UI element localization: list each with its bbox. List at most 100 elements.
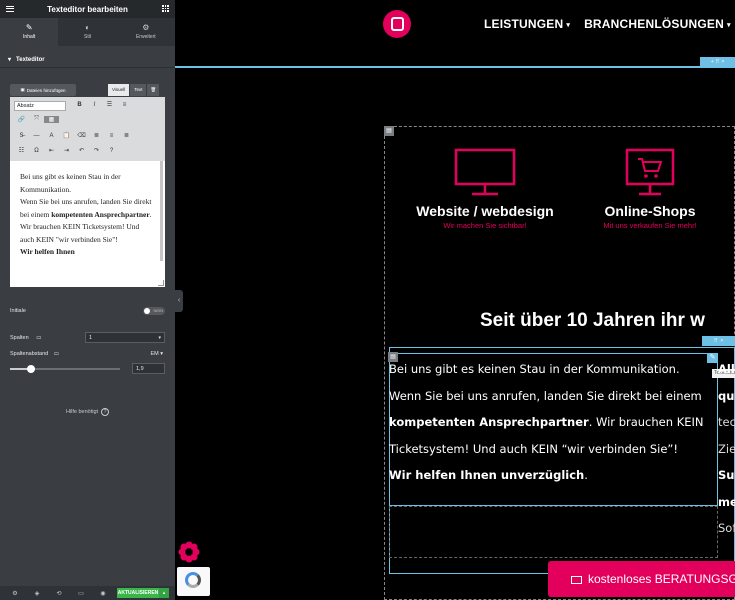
add-media-button[interactable]: ▣ Dateien hinzufügen [10,84,76,96]
recaptcha-badge[interactable] [177,567,210,596]
settings-icon[interactable]: ⚙ [4,590,26,597]
right-column-text: All qu tec Zie Su me Sof [718,356,735,542]
italic-icon[interactable]: I [87,102,102,108]
text-fragment: Sof [718,521,735,535]
feature-subtitle: Wir machen Sie sichtbar! [443,221,527,230]
redo-icon[interactable]: ↷ [89,147,104,154]
tab-erweitert[interactable]: ⚙ Erweitert [117,18,175,46]
outdent-icon[interactable]: ⇤ [44,147,59,154]
unlink-icon[interactable]: ⤧ [29,116,44,123]
paste-text-icon[interactable]: 📋 [59,132,74,139]
align-right-icon[interactable]: ≣ [119,132,134,139]
section-toggle-texteditor[interactable]: ▾ Texteditor [0,52,175,68]
caret-down-icon: ▾ [8,57,12,63]
gear-icon: ⚙ [142,23,150,32]
help-label: Hilfe benötigt [65,409,99,415]
editor-paragraph: Wenn Sie bei uns anrufen, landen Sie dir… [20,196,155,246]
update-button[interactable]: AKTUALISIEREN [117,588,159,598]
editor-paragraph: Wir helfen Ihnen [20,246,155,259]
add-icon[interactable]: + [711,59,714,65]
drag-icon[interactable]: ⠿ [716,59,720,65]
column-edit-icon[interactable]: ▤ [384,126,394,136]
layers-icon[interactable]: ◈ [26,590,48,597]
hamburger-menu-icon[interactable] [6,4,14,12]
tab-stil[interactable]: ◐ Stil [58,18,116,46]
close-icon[interactable]: × [721,59,724,65]
numbered-list-icon[interactable]: ≡ [117,102,132,108]
tab-text[interactable]: Text [130,84,147,96]
editor-scrollbar[interactable] [160,161,163,261]
drag-icon[interactable]: ⠿ [714,338,718,344]
format-select-value: Absatz [17,103,34,109]
question-icon: ? [101,408,110,416]
responsive-icon[interactable]: ▭ [70,590,92,597]
feature-title: Online-Shops [604,203,696,219]
link-icon[interactable]: 🔗 [14,116,29,123]
editor-sidebar: Texteditor bearbeiten ✎ Inhalt ◐ Stil ⚙ … [0,0,175,600]
help-link[interactable]: Hilfe benötigt? [0,408,175,416]
align-center-icon[interactable]: ≡ [104,133,119,139]
editor-bold-text: Wir helfen Ihnen [20,247,75,256]
text-color-icon[interactable]: A [44,133,59,139]
panel-title: Texteditor bearbeiten [47,4,128,14]
shopping-cart-monitor-icon [625,148,675,196]
spaltenabstand-input[interactable]: 1,9 [132,363,165,374]
text-editor-area[interactable]: Bei uns gibt es keinen Stau in der Kommu… [10,161,165,287]
strikethrough-icon[interactable]: S̶ [14,133,29,139]
spalten-field: Spalten ▭ 1 ▾ [10,332,165,343]
align-justify-icon[interactable]: ☷ [14,147,29,154]
horizontal-line-icon[interactable]: — [29,133,44,139]
preview-eye-icon[interactable]: ◉ [92,590,114,597]
close-icon[interactable]: × [720,338,723,344]
inner-section-handle[interactable]: ⠿ × [702,336,735,346]
text: . Wir brauchen KEIN [588,415,704,429]
initiale-toggle[interactable]: NEIN [143,307,165,315]
special-char-icon[interactable]: Ω [29,148,44,154]
spaltenabstand-slider[interactable] [10,365,120,373]
history-icon[interactable]: ⟲ [48,590,70,597]
add-media-label: Dateien hinzufügen [26,87,66,93]
tab-inhalt[interactable]: ✎ Inhalt [0,18,59,46]
help-icon[interactable]: ? [104,148,119,154]
editor-paragraph: Bei uns gibt es keinen Stau in der Kommu… [20,172,121,194]
site-logo[interactable] [383,10,411,38]
slider-knob[interactable] [26,365,35,373]
unit-select[interactable]: EM ▾ [150,351,163,357]
chevron-down-icon: ▾ [158,335,161,341]
bold-text: Wir helfen Ihnen unverzüglich [389,468,585,482]
flower-badge-icon[interactable] [178,541,200,563]
widgets-grid-icon[interactable] [162,5,169,12]
feature-online-shops[interactable]: Online-Shops Mit uns verkaufen Sie mehr! [585,148,715,230]
editor-resize-handle[interactable] [158,280,164,286]
text-line: Ticketsystem! Und auch KEIN “wir verbind… [389,441,678,456]
trash-icon[interactable]: 🗑 [147,84,160,96]
toggle-off-label: NEIN [153,308,163,313]
editor-bold-text: kompetenten Ansprechpartner [51,209,150,219]
sidebar-header: Texteditor bearbeiten [0,0,175,18]
undo-icon[interactable]: ↶ [74,147,89,154]
text-widget-content[interactable]: Bei uns gibt es keinen Stau in der Kommu… [389,356,714,489]
spalten-select[interactable]: 1 ▾ [85,332,165,343]
bullet-list-icon[interactable]: ☰ [102,101,117,108]
tab-visual[interactable]: Visuell [108,84,130,96]
half-circle-icon: ◐ [85,23,90,32]
clear-format-icon[interactable]: ⌫ [74,132,89,139]
cta-label: kostenloses BERATUNGSGE [588,572,735,586]
feature-subtitle: Mit uns verkaufen Sie mehr! [603,221,697,230]
feature-website[interactable]: Website / webdesign Wir machen Sie sicht… [400,148,570,230]
bold-icon[interactable]: B [72,102,87,108]
text-fragment: tec [718,415,735,429]
section-handle[interactable]: + ⠿ × [700,57,735,66]
format-select[interactable]: Absatz [14,101,66,111]
nav-item-branchenloesungen[interactable]: BRANCHENLÖSUNGEN ▾ [584,17,731,31]
nav-item-leistungen[interactable]: LEISTUNGEN ▾ [484,17,570,31]
panel-collapse-handle[interactable]: ‹ [175,290,183,312]
text-fragment: All [718,362,735,376]
update-options-button[interactable]: ▴ [159,588,169,598]
spaltenabstand-field: Spaltenabstand ▭ EM ▾ [10,351,165,357]
nav-label: BRANCHENLÖSUNGEN [584,17,724,31]
align-left-icon[interactable]: ≣ [89,132,104,139]
toolbar-toggle-icon[interactable]: ▦ [44,116,59,123]
indent-icon[interactable]: ⇥ [59,147,74,154]
consultation-cta-button[interactable]: kostenloses BERATUNGSGE [548,561,735,597]
